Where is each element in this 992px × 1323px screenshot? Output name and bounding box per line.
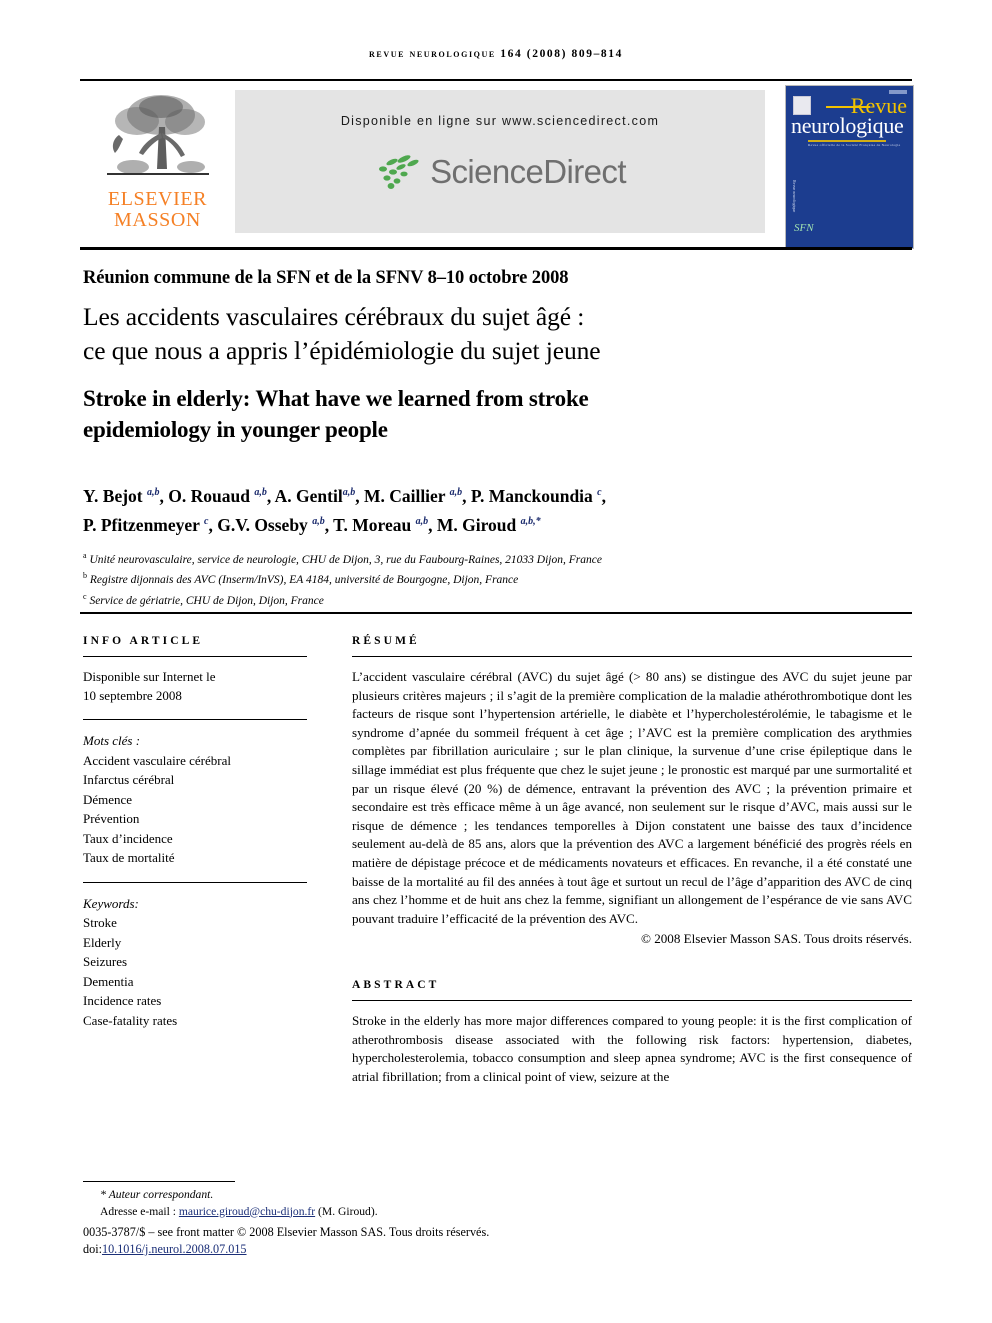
corresponding-author-note: * Auteur correspondant.	[83, 1186, 783, 1204]
info-article-column: INFO ARTICLE Disponible sur Internet le …	[83, 635, 307, 1030]
title-english-line1: Stroke in elderly: What have we learned …	[83, 386, 589, 411]
history-line-1: Disponible sur Internet le	[83, 669, 216, 684]
front-matter-block: 0035-3787/$ – see front matter © 2008 El…	[83, 1224, 843, 1258]
body-top-rule	[80, 612, 912, 614]
affiliations: a Unité neurovasculaire, service de neur…	[83, 548, 873, 609]
email-label: Adresse e-mail :	[100, 1204, 176, 1218]
masthead: ELSEVIER MASSON Disponible en ligne sur …	[80, 85, 914, 249]
cover-title-neurologique: neurologique	[791, 113, 904, 138]
resume-copyright: © 2008 Elsevier Masson SAS. Tous droits …	[640, 931, 912, 947]
masthead-bottom-rule	[80, 247, 912, 250]
cover-subtitle-rule	[808, 140, 886, 142]
doi-link[interactable]: 10.1016/j.neurol.2008.07.015	[102, 1242, 247, 1256]
affiliation-b: b Registre dijonnais des AVC (Inserm/InV…	[83, 571, 519, 587]
history-line-2: 10 septembre 2008	[83, 687, 182, 703]
keyword-fr-item: Démence	[83, 791, 133, 807]
doi-label: doi:	[83, 1242, 102, 1256]
keyword-fr-item: Infarctus cérébral	[83, 772, 175, 787]
cover-society-mark: SFN	[794, 222, 814, 234]
resume-body: L’accident vasculaire cérébral (AVC) du …	[352, 669, 912, 926]
resume-heading-rule	[352, 656, 912, 657]
email-owner: (M. Giroud).	[318, 1204, 378, 1218]
info-article-heading: INFO ARTICLE	[83, 635, 204, 647]
resume-heading: RÉSUMÉ	[352, 635, 420, 647]
info-heading-rule	[83, 656, 307, 657]
keyword-en-item: Seizures	[83, 954, 128, 969]
keyword-en-item: Case-fatality rates	[83, 1012, 178, 1028]
keywords-en-label: Keywords:	[83, 895, 139, 911]
article-first-page: Revue neurologique 164 (2008) 809–814	[0, 0, 992, 1323]
keywords-fr-rule	[83, 719, 307, 720]
keyword-en-item: Elderly	[83, 934, 122, 950]
cover-spine-text: Revue neurologique	[792, 179, 797, 212]
keywords-en-rule	[83, 881, 307, 883]
sciencedirect-leaf-icon	[379, 155, 419, 189]
email-note: Adresse e-mail : maurice.giroud@chu-dijo…	[83, 1204, 783, 1221]
asterisk-icon: *	[100, 1187, 106, 1201]
abstracts-column: RÉSUMÉ L’accident vasculaire cérébral (A…	[352, 635, 912, 1086]
abstract-body: Stroke in the elderly has more major dif…	[352, 1012, 912, 1084]
journal-cover-image: Revue neurologique Revue officielle de l…	[785, 85, 914, 249]
keyword-fr-item: Prévention	[83, 811, 140, 826]
abstract-section: ABSTRACT Stroke in the elderly has more …	[352, 979, 912, 1086]
masson-wordmark: MASSON	[114, 209, 201, 232]
title-french-line1: Les accidents vasculaires cérébraux du s…	[83, 302, 585, 331]
affiliation-a: a Unité neurovasculaire, service de neur…	[83, 551, 602, 566]
keyword-en-item: Incidence rates	[83, 993, 162, 1008]
keyword-fr-item: Accident vasculaire cérébral	[83, 752, 231, 768]
sciencedirect-banner: Disponible en ligne sur www.sciencedirec…	[235, 90, 765, 233]
elsevier-masson-logo: ELSEVIER MASSON	[80, 85, 235, 245]
email-link[interactable]: maurice.giroud@chu-dijon.fr	[179, 1205, 315, 1218]
title-french: Les accidents vasculaires cérébraux du s…	[83, 300, 843, 368]
header-rule	[80, 79, 912, 81]
affiliation-c: c Service de gériatrie, CHU de Dijon, Di…	[83, 591, 324, 607]
running-head: Revue neurologique 164 (2008) 809–814	[369, 48, 623, 60]
keyword-en-item: Stroke	[83, 915, 117, 930]
front-matter-line: 0035-3787/$ – see front matter © 2008 El…	[83, 1225, 490, 1239]
sciencedirect-logo: ScienceDirect	[235, 152, 765, 192]
author-line-1: Y. Bejot a,b, O. Rouaud a,b, A. Gentila,…	[83, 485, 606, 506]
footnotes: * Auteur correspondant. Adresse e-mail :…	[83, 1186, 783, 1220]
elsevier-wordmark: ELSEVIER	[107, 188, 208, 210]
conference-line: Réunion commune de la SFN et de la SFNV …	[83, 268, 569, 288]
abstract-heading-rule	[352, 999, 912, 1001]
keywords-fr-label: Mots clés :	[83, 733, 141, 748]
author-list: Y. Bejot a,b, O. Rouaud a,b, A. Gentila,…	[83, 480, 873, 538]
doi-line: doi:10.1016/j.neurol.2008.07.015	[83, 1241, 843, 1258]
tree-icon	[106, 95, 209, 175]
title-english: Stroke in elderly: What have we learned …	[83, 383, 843, 445]
keyword-fr-item: Taux d’incidence	[83, 830, 173, 846]
sciencedirect-wordmark: ScienceDirect	[430, 153, 626, 190]
corresponding-author-label: Auteur correspondant.	[108, 1188, 214, 1201]
keyword-en-item: Dementia	[83, 973, 134, 989]
footnote-rule	[83, 1181, 235, 1182]
keywords-en-list: Stroke Elderly Seizures Dementia Inciden…	[83, 913, 307, 1030]
cover-subtitle: Revue officielle de la Société Française…	[808, 143, 901, 147]
keywords-fr-list: Accident vasculaire cérébral Infarctus c…	[83, 751, 307, 868]
available-online-text: Disponible en ligne sur www.sciencedirec…	[340, 114, 660, 128]
article-history: Disponible sur Internet le 10 septembre …	[83, 668, 307, 705]
title-french-line2: ce que nous a appris l’épidémiologie du …	[83, 336, 601, 365]
title-english-line2: epidemiology in younger people	[83, 417, 388, 442]
keyword-fr-item: Taux de mortalité	[83, 850, 175, 865]
abstract-heading: ABSTRACT	[352, 978, 440, 991]
author-line-2: P. Pfitzenmeyer c, G.V. Osseby a,b, T. M…	[83, 514, 541, 535]
